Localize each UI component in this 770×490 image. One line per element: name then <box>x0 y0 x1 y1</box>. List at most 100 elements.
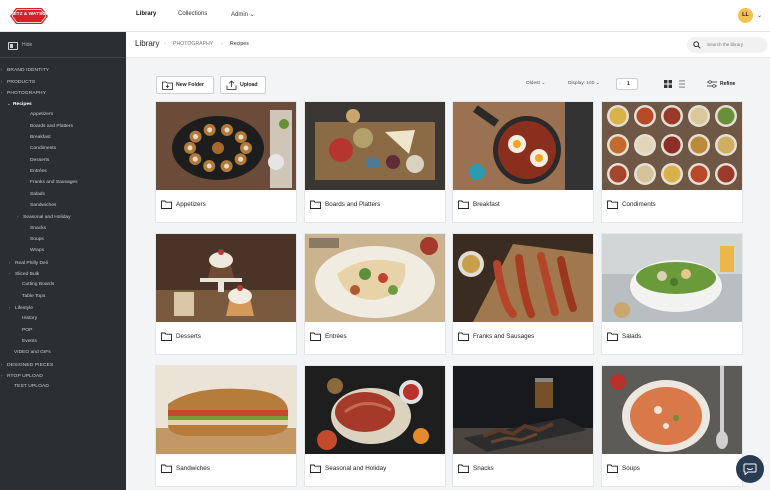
sidebar-item-label: Desserts <box>30 157 50 163</box>
folder-thumbnail[interactable] <box>453 234 593 322</box>
folder-card[interactable]: Condiments <box>602 102 742 222</box>
svg-text:DIETZ & WATSON: DIETZ & WATSON <box>9 11 50 17</box>
upload-label: Upload <box>240 82 258 88</box>
folder-icon <box>607 464 618 473</box>
chat-icon <box>743 463 757 475</box>
folder-thumbnail[interactable] <box>156 234 296 322</box>
folder-icon <box>161 200 172 209</box>
upload-button[interactable]: Upload <box>220 76 266 94</box>
folder-card[interactable]: Breakfast <box>453 102 593 222</box>
sidebar-item[interactable]: Snacks <box>30 225 46 232</box>
folder-thumbnail[interactable] <box>602 234 742 322</box>
folder-thumbnail[interactable] <box>305 234 445 322</box>
dietz-watson-logo[interactable]: DIETZ & WATSON <box>8 4 50 28</box>
sidebar-item[interactable]: Wraps <box>30 247 44 254</box>
new-folder-button[interactable]: New Folder <box>156 76 214 94</box>
sidebar-item-label: BRAND IDENTITY <box>7 68 50 73</box>
sidebar-item[interactable]: › PHOTOGRAPHY <box>1 89 47 97</box>
folder-card[interactable]: Sandwiches <box>156 366 296 486</box>
refine-button[interactable]: Refine <box>720 81 735 87</box>
folder-card[interactable]: Seasonal and Holiday <box>305 366 445 486</box>
folder-icon <box>310 332 321 341</box>
sidebar-item[interactable]: Breakfast <box>30 134 51 141</box>
sidebar-item-label: Table Tops <box>22 293 46 299</box>
folder-card[interactable]: Salads <box>602 234 742 354</box>
sidebar-item[interactable]: VIDEO and GIFs <box>14 349 51 356</box>
folder-card[interactable]: Appetizers <box>156 102 296 222</box>
nav-library[interactable]: Library <box>136 11 156 17</box>
sidebar-item[interactable]: › Sliced Bulk <box>9 270 39 278</box>
folder-icon <box>458 200 469 209</box>
sidebar-item[interactable]: Franks and Sausages <box>30 179 78 186</box>
folder-card[interactable]: Snacks <box>453 366 593 486</box>
folder-card-footer: Snacks <box>453 454 593 486</box>
sidebar-item[interactable]: TEST UPLOAD <box>14 383 49 390</box>
folder-thumbnail[interactable] <box>602 366 742 454</box>
display-count-dropdown[interactable]: Display: 100 ⌄ <box>568 81 600 86</box>
sidebar-item[interactable]: › DESIGNED PIECES <box>1 361 54 369</box>
sidebar-item[interactable]: Soups <box>30 236 44 243</box>
page-input[interactable]: ‹ 1 <box>616 78 638 90</box>
grid-view-icon[interactable] <box>664 80 672 88</box>
sidebar-item[interactable]: › BRAND IDENTITY <box>1 66 50 74</box>
chevron-right-icon: › <box>164 41 166 47</box>
folder-thumbnail[interactable] <box>305 102 445 190</box>
sidebar-item-label: Franks and Sausages <box>30 180 78 185</box>
sidebar-item[interactable]: Cutting Boards <box>22 281 54 288</box>
folder-name: Seasonal and Holiday <box>325 465 387 472</box>
list-view-icon[interactable] <box>678 80 686 88</box>
folder-card[interactable]: Desserts <box>156 234 296 354</box>
sidebar-item[interactable]: POP <box>22 327 32 334</box>
folder-card-footer: Entrées <box>305 322 445 354</box>
sidebar-item[interactable]: › Lifestyle <box>9 304 33 312</box>
search-box[interactable]: Search the library <box>687 37 767 53</box>
folder-card[interactable]: Entrées <box>305 234 445 354</box>
folder-card[interactable]: Boards and Platters <box>305 102 445 222</box>
folder-thumbnail[interactable] <box>453 102 593 190</box>
refine-icon[interactable] <box>707 80 717 88</box>
chevron-down-icon[interactable]: ⌄ <box>757 12 762 19</box>
sidebar-item[interactable]: Sandwiches <box>30 202 56 209</box>
sidebar-item-label: Recipes <box>13 102 32 107</box>
sidebar-item-label: DESIGNED PIECES <box>7 362 54 368</box>
sidebar-item[interactable]: Condiments <box>30 145 56 152</box>
folder-card[interactable]: Soups <box>602 366 742 486</box>
chat-button[interactable] <box>736 455 764 483</box>
user-avatar[interactable]: LL <box>738 8 753 23</box>
breadcrumb-photography[interactable]: PHOTOGRAPHY <box>173 41 213 47</box>
sidebar-item[interactable]: Boards and Platters <box>30 123 73 130</box>
folder-card[interactable]: Franks and Sausages <box>453 234 593 354</box>
search-input[interactable]: Search the library <box>707 42 743 47</box>
sidebar-item-label: Snacks <box>30 225 47 231</box>
sort-dropdown[interactable]: Oldest ⌄ <box>526 81 545 86</box>
chevron-down-icon: ⌄ <box>249 12 255 18</box>
upload-icon <box>226 80 237 90</box>
sidebar-item[interactable]: Appetizers <box>30 111 53 118</box>
folder-icon <box>161 464 172 473</box>
sidebar-item[interactable]: History <box>22 315 37 322</box>
sidebar-item[interactable]: ⌄ Recipes <box>7 100 32 108</box>
folder-name: Boards and Platters <box>325 201 381 208</box>
nav-collections[interactable]: Collections <box>178 11 207 17</box>
sidebar-item[interactable]: › RTOP UPLOAD <box>1 372 43 380</box>
folder-name: Condiments <box>622 201 656 208</box>
folder-thumbnail[interactable] <box>453 366 593 454</box>
divider <box>0 57 126 58</box>
nav-admin[interactable]: Admin ⌄ <box>231 11 255 18</box>
breadcrumb-library[interactable]: Library <box>135 39 159 48</box>
sidebar-item[interactable]: › PRODUCTS <box>1 78 35 86</box>
sidebar-item[interactable]: Entrées <box>30 168 47 175</box>
sidebar-item[interactable]: Desserts <box>30 157 49 164</box>
sidebar-item[interactable]: Salads <box>30 191 45 198</box>
sidebar-item[interactable]: Events <box>22 338 37 345</box>
sidebar-item[interactable]: › Seasonal and Holiday <box>17 213 71 221</box>
sidebar-item[interactable]: › Real Philly Deli <box>9 259 48 267</box>
folder-name: Breakfast <box>473 201 500 208</box>
chevron-left-icon[interactable]: ‹ <box>619 81 621 87</box>
sidebar-item-label: PHOTOGRAPHY <box>7 91 47 96</box>
sidebar-item[interactable]: Table Tops <box>22 293 45 300</box>
folder-thumbnail[interactable] <box>156 366 296 454</box>
folder-thumbnail[interactable] <box>156 102 296 190</box>
folder-thumbnail[interactable] <box>305 366 445 454</box>
folder-thumbnail[interactable] <box>602 102 742 190</box>
